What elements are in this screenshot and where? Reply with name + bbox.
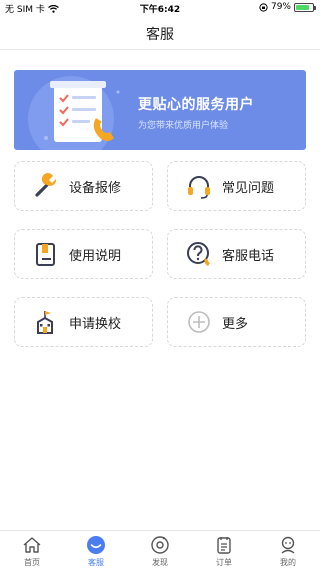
tab-order[interactable]: 订单 [192,531,256,568]
tab-label: 发现 [152,558,168,567]
orientation-lock-icon [259,2,268,12]
battery-level [296,4,309,10]
service-card-phone[interactable]: 客服电话 [167,229,306,279]
battery-percent: 79% [270,2,291,12]
nav-bar: 客服 [0,16,320,50]
banner-title: 更贴心的服务用户 [138,97,254,113]
service-card-faq[interactable]: 常见问题 [167,161,306,211]
battery-icon [294,2,316,12]
service-label: 更多 [222,316,249,332]
tab-discover[interactable]: 发现 [128,531,192,568]
service-card-repair[interactable]: 设备报修 [14,161,153,211]
service-card-manual[interactable]: 使用说明 [14,229,153,279]
service-label: 设备报修 [69,180,122,196]
tab-label: 我的 [280,558,296,567]
discover-icon [149,534,171,556]
banner-subtitle: 为您带来优质用户体验 [138,121,229,131]
headset-icon [184,171,214,201]
order-icon [213,534,235,556]
page-title: 客服 [146,27,174,43]
tab-label: 客服 [88,558,104,567]
service-icon [85,534,107,556]
question-phone-icon [184,239,214,269]
service-banner[interactable]: 更贴心的服务用户 为您带来优质用户体验 [14,70,306,150]
service-label: 申请换校 [69,316,122,332]
status-right: 79% [259,2,316,12]
screen: 无 SIM 卡 下午6:42 79% 客服 更贴心的服务用户 为您带来优质用户体… [0,0,320,568]
service-card-more[interactable]: 更多 [167,297,306,347]
service-label: 常见问题 [222,180,275,196]
tab-bar: 首页 客服 发现 订单 我的 [0,530,320,568]
tab-profile[interactable]: 我的 [256,531,320,568]
tab-service[interactable]: 客服 [64,531,128,568]
checklist-phone-illustration [44,81,120,142]
tab-home[interactable]: 首页 [0,531,64,568]
service-label: 客服电话 [222,248,275,264]
service-label: 使用说明 [69,248,122,264]
tab-label: 订单 [216,558,232,567]
home-icon [21,534,43,556]
profile-icon [277,534,299,556]
wrench-icon [31,171,61,201]
status-bar: 无 SIM 卡 下午6:42 79% [0,0,320,16]
plus-circle-icon [184,307,214,337]
service-card-school-transfer[interactable]: 申请换校 [14,297,153,347]
tab-label: 首页 [24,558,40,567]
manual-icon [31,239,61,269]
school-icon [31,307,61,337]
